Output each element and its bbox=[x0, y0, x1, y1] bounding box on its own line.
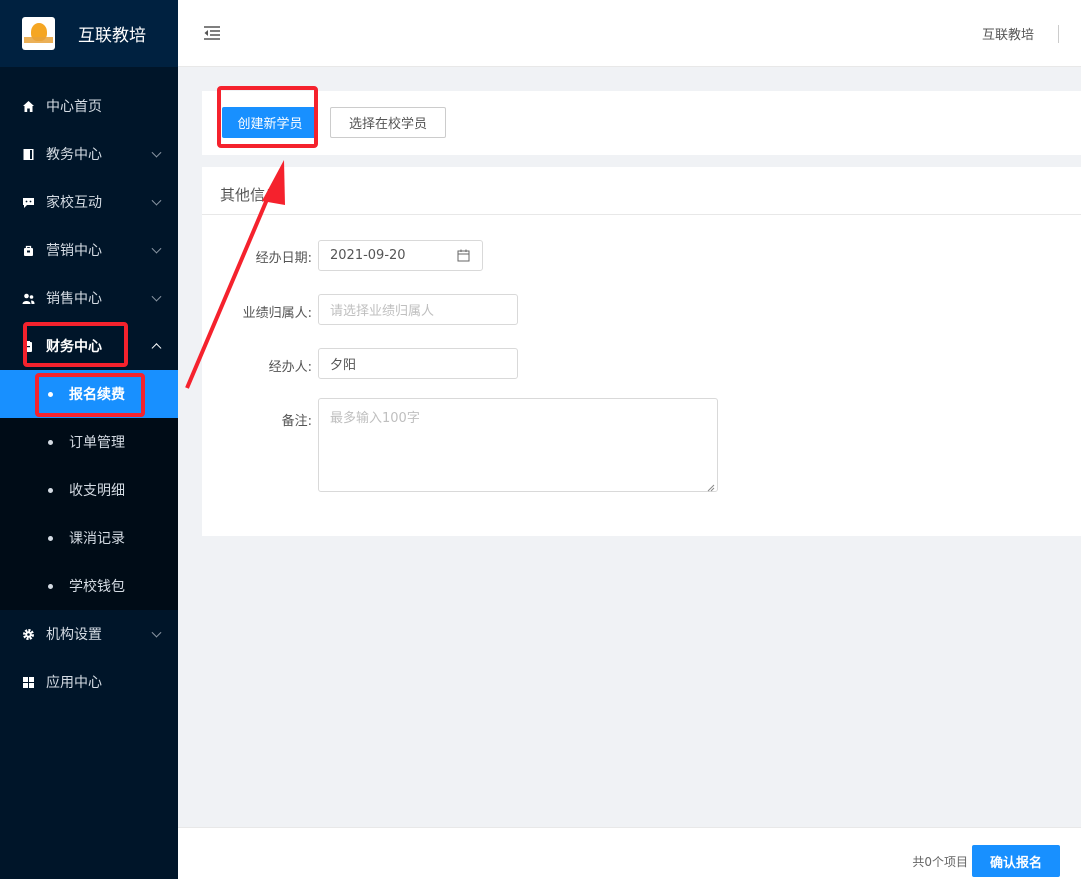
chevron-down-icon bbox=[151, 627, 162, 638]
select-student-button[interactable]: 选择在校学员 bbox=[330, 107, 446, 138]
calendar-icon bbox=[457, 249, 470, 262]
section-title: 其他信息 bbox=[220, 186, 281, 204]
sidebar-subitem-label: 订单管理 bbox=[69, 435, 125, 451]
bullet-icon bbox=[48, 391, 53, 397]
section-divider bbox=[202, 214, 1081, 215]
users-icon bbox=[22, 292, 35, 305]
sidebar-item-sales[interactable]: 销售中心 bbox=[0, 274, 178, 322]
sidebar-item-academic[interactable]: 教务中心 bbox=[0, 130, 178, 178]
sidebar-item-label: 财务中心 bbox=[46, 339, 102, 355]
footer-bar: 共0个项目 确认报名 bbox=[178, 827, 1081, 879]
header-right: 互联教培 bbox=[982, 0, 1081, 67]
note-placeholder: 最多输入100字 bbox=[330, 411, 420, 426]
lightbulb-logo-icon bbox=[22, 17, 55, 50]
sidebar-menu: 中心首页 教务中心 家校互动 营销中心 销售中心 财务中心 bbox=[0, 82, 178, 370]
item-count: 共0个项目 bbox=[912, 855, 968, 869]
sidebar-subitem-school-wallet[interactable]: 学校钱包 bbox=[0, 562, 178, 610]
owner-label: 业绩归属人: bbox=[242, 306, 312, 321]
create-student-button[interactable]: 创建新学员 bbox=[222, 107, 318, 138]
wallet-icon bbox=[22, 340, 35, 353]
sidebar: 互联教培 中心首页 教务中心 家校互动 营销中心 销售中心 财务中心 报名续费 … bbox=[0, 0, 178, 879]
sidebar-subitem-label: 学校钱包 bbox=[69, 579, 125, 595]
grid-icon bbox=[22, 676, 35, 689]
sidebar-item-finance[interactable]: 财务中心 bbox=[0, 322, 178, 370]
bullet-icon bbox=[48, 439, 53, 445]
sidebar-item-settings[interactable]: 机构设置 bbox=[0, 610, 178, 658]
sidebar-item-label: 机构设置 bbox=[46, 627, 102, 643]
sidebar-menu-lower: 机构设置 应用中心 bbox=[0, 610, 178, 706]
note-label: 备注: bbox=[281, 414, 312, 429]
date-label: 经办日期: bbox=[255, 251, 312, 266]
note-textarea[interactable]: 最多输入100字 bbox=[318, 398, 718, 492]
handler-label: 经办人: bbox=[268, 360, 312, 375]
handler-value: 夕阳 bbox=[330, 358, 357, 373]
sidebar-subitem-label: 报名续费 bbox=[69, 387, 125, 403]
student-select-card: 创建新学员 选择在校学员 bbox=[202, 91, 1081, 155]
performance-owner-select[interactable]: 请选择业绩归属人 bbox=[318, 294, 518, 325]
chevron-up-icon bbox=[151, 343, 162, 354]
date-picker[interactable]: 2021-09-20 bbox=[318, 240, 483, 271]
sidebar-subitem-label: 课消记录 bbox=[69, 531, 125, 547]
chevron-down-icon bbox=[151, 291, 162, 302]
chevron-down-icon bbox=[151, 195, 162, 206]
date-value: 2021-09-20 bbox=[330, 248, 406, 263]
other-info-card: 其他信息 经办日期: 2021-09-20 业绩归属人: 请选择业绩归属人 经办… bbox=[202, 167, 1081, 536]
bullet-icon bbox=[48, 583, 53, 589]
header-divider bbox=[1058, 24, 1059, 43]
sidebar-item-label: 应用中心 bbox=[46, 675, 102, 691]
sidebar-item-apps[interactable]: 应用中心 bbox=[0, 658, 178, 706]
top-header: 互联教培 bbox=[178, 0, 1081, 67]
finance-submenu: 报名续费 订单管理 收支明细 课消记录 学校钱包 bbox=[0, 370, 178, 610]
sidebar-subitem-label: 收支明细 bbox=[69, 483, 125, 499]
bullet-icon bbox=[48, 487, 53, 493]
header-org-name[interactable]: 互联教培 bbox=[982, 24, 1034, 43]
sidebar-item-home[interactable]: 中心首页 bbox=[0, 82, 178, 130]
chevron-down-icon bbox=[151, 147, 162, 158]
brand-name: 互联教培 bbox=[78, 26, 146, 46]
sidebar-item-label: 中心首页 bbox=[46, 99, 102, 115]
sidebar-subitem-lesson-records[interactable]: 课消记录 bbox=[0, 514, 178, 562]
resize-grip-icon[interactable] bbox=[707, 481, 715, 492]
sidebar-item-label: 销售中心 bbox=[46, 291, 102, 307]
brand: 互联教培 bbox=[0, 0, 178, 67]
sidebar-subitem-enroll-renew[interactable]: 报名续费 bbox=[0, 370, 178, 418]
bag-icon bbox=[22, 244, 35, 257]
gear-icon bbox=[22, 628, 35, 641]
sidebar-item-home-school[interactable]: 家校互动 bbox=[0, 178, 178, 226]
sidebar-item-marketing[interactable]: 营销中心 bbox=[0, 226, 178, 274]
menu-fold-icon[interactable] bbox=[203, 26, 221, 40]
owner-placeholder: 请选择业绩归属人 bbox=[330, 304, 435, 319]
sidebar-subitem-income-expense[interactable]: 收支明细 bbox=[0, 466, 178, 514]
sidebar-subitem-orders[interactable]: 订单管理 bbox=[0, 418, 178, 466]
sidebar-item-label: 教务中心 bbox=[46, 147, 102, 163]
bullet-icon bbox=[48, 535, 53, 541]
handler-field[interactable]: 夕阳 bbox=[318, 348, 518, 379]
chat-icon bbox=[22, 196, 35, 209]
sidebar-item-label: 营销中心 bbox=[46, 243, 102, 259]
sidebar-item-label: 家校互动 bbox=[46, 195, 102, 211]
home-icon bbox=[22, 100, 35, 113]
confirm-enroll-button[interactable]: 确认报名 bbox=[972, 845, 1060, 877]
chevron-down-icon bbox=[151, 243, 162, 254]
book-icon bbox=[22, 148, 35, 161]
